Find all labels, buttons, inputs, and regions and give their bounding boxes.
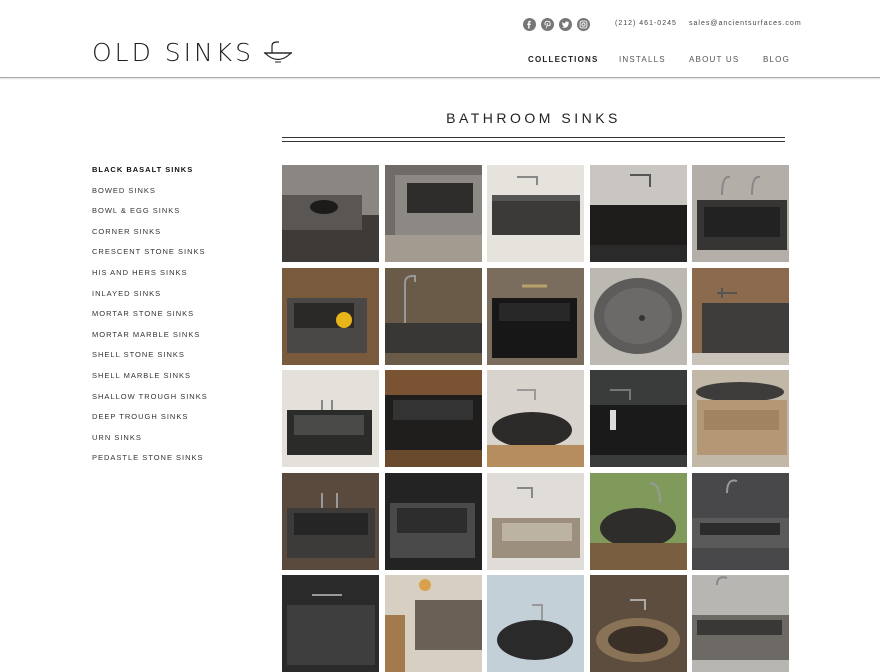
product-thumbnail[interactable] [282,370,379,467]
sidebar-item-black-basalt-sinks[interactable]: BLACK BASALT SINKS [92,160,208,181]
product-thumbnail[interactable] [487,165,584,262]
sidebar-item-shell-marble-sinks[interactable]: SHELL MARBLE SINKS [92,366,208,387]
product-thumbnail[interactable] [589,472,687,570]
product-thumbnail[interactable] [282,165,379,262]
page-title: BATHROOM SINKS [446,110,621,126]
product-thumbnail[interactable] [589,165,687,262]
product-thumbnail[interactable] [589,370,687,467]
product-thumbnail[interactable] [384,370,482,467]
sidebar-item-bowl-egg-sinks[interactable]: BOWL & EGG SINKS [92,201,208,222]
sidebar-item-shell-stone-sinks[interactable]: SHELL STONE SINKS [92,345,208,366]
sidebar-item-deep-trough-sinks[interactable]: DEEP TROUGH SINKS [92,407,208,428]
product-thumbnail[interactable] [487,575,584,672]
facebook-icon[interactable] [523,18,536,31]
instagram-icon[interactable] [577,18,590,31]
sidebar-item-urn-sinks[interactable]: URN SINKS [92,428,208,449]
logo-text: OLD SINKS [92,38,255,67]
category-sidebar: BLACK BASALT SINKS BOWED SINKS BOWL & EG… [92,160,208,469]
product-thumbnail[interactable] [692,575,789,672]
nav-blog[interactable]: BLOG [763,55,790,64]
nav-collections[interactable]: COLLECTIONS [528,55,599,64]
product-thumbnail[interactable] [282,267,379,365]
product-thumbnail[interactable] [487,267,584,365]
product-thumbnail[interactable] [487,472,584,570]
sidebar-item-mortar-marble-sinks[interactable]: MORTAR MARBLE SINKS [92,325,208,346]
product-thumbnail[interactable] [589,575,687,672]
sidebar-item-shallow-trough-sinks[interactable]: SHALLOW TROUGH SINKS [92,387,208,408]
product-grid [282,165,789,672]
product-thumbnail[interactable] [692,370,789,467]
site-logo[interactable]: OLD SINKS [92,38,294,68]
email-link[interactable]: sales@ancientsurfaces.com [689,20,802,27]
site-header: OLD SINKS (212) 461-0245 sales@ancientsu… [0,0,880,78]
product-thumbnail[interactable] [692,165,789,262]
sidebar-item-inlayed-sinks[interactable]: INLAYED SINKS [92,284,208,305]
sidebar-item-mortar-stone-sinks[interactable]: MORTAR STONE SINKS [92,304,208,325]
product-thumbnail[interactable] [589,267,687,365]
sidebar-item-bowed-sinks[interactable]: BOWED SINKS [92,181,208,202]
nav-about-us[interactable]: ABOUT US [689,55,739,64]
nav-installs[interactable]: INSTALLS [619,55,666,64]
sidebar-item-corner-sinks[interactable]: CORNER SINKS [92,222,208,243]
title-divider [282,137,785,142]
product-thumbnail[interactable] [282,575,379,672]
social-links [523,18,590,31]
phone-number[interactable]: (212) 461-0245 [615,20,677,27]
product-thumbnail[interactable] [384,575,482,672]
product-thumbnail[interactable] [692,472,789,570]
product-thumbnail[interactable] [282,472,379,570]
sidebar-item-his-and-hers-sinks[interactable]: HIS AND HERS SINKS [92,263,208,284]
product-thumbnail[interactable] [487,370,584,467]
pinterest-icon[interactable] [541,18,554,31]
sidebar-item-pedastle-stone-sinks[interactable]: PEDASTLE STONE SINKS [92,448,208,469]
sink-bowl-icon [263,41,293,63]
twitter-icon[interactable] [559,18,572,31]
product-thumbnail[interactable] [692,267,789,365]
product-thumbnail[interactable] [384,267,482,365]
product-thumbnail[interactable] [384,472,482,570]
product-thumbnail[interactable] [384,165,482,262]
sidebar-item-crescent-stone-sinks[interactable]: CRESCENT STONE SINKS [92,242,208,263]
